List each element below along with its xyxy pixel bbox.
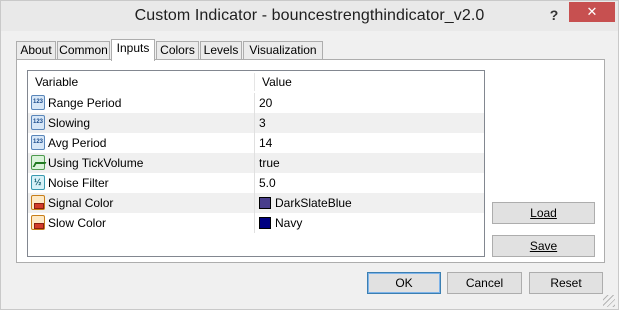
bool-type-icon	[31, 155, 45, 170]
resize-grip[interactable]	[603, 295, 615, 307]
save-label: Save	[529, 239, 558, 253]
grid-header: Variable Value	[28, 71, 484, 93]
variable-name: Avg Period	[48, 136, 107, 150]
input-row-avg-period[interactable]: Avg Period 14	[28, 133, 484, 153]
variable-cell: Avg Period	[28, 133, 254, 153]
value-cell[interactable]: 5.0	[255, 173, 484, 193]
tab-common[interactable]: Common	[57, 41, 110, 60]
variable-cell: Range Period	[28, 93, 254, 113]
color-name: Navy	[275, 216, 303, 230]
input-row-noise-filter[interactable]: Noise Filter 5.0	[28, 173, 484, 193]
input-row-range-period[interactable]: Range Period 20	[28, 93, 484, 113]
color-swatch	[259, 197, 271, 209]
int-type-icon	[31, 115, 45, 130]
inputs-panel: Variable Value Range Period 20 Slowing 3	[16, 59, 605, 263]
ok-button[interactable]: OK	[367, 272, 441, 294]
input-row-slowing[interactable]: Slowing 3	[28, 113, 484, 133]
value-cell[interactable]: true	[255, 153, 484, 173]
tab-inputs[interactable]: Inputs	[111, 39, 155, 61]
variable-name: Slow Color	[48, 216, 107, 230]
variable-name: Noise Filter	[48, 176, 109, 190]
input-row-signal-color[interactable]: Signal Color DarkSlateBlue	[28, 193, 484, 213]
variable-cell: Slow Color	[28, 213, 254, 233]
inputs-grid: Variable Value Range Period 20 Slowing 3	[27, 70, 485, 257]
input-row-using-tickvolume[interactable]: Using TickVolume true	[28, 153, 484, 173]
window-title: Custom Indicator - bouncestrengthindicat…	[134, 7, 485, 24]
variable-cell: Slowing	[28, 113, 254, 133]
tab-levels[interactable]: Levels	[200, 41, 242, 60]
reset-button[interactable]: Reset	[529, 272, 603, 294]
tab-visualization[interactable]: Visualization	[243, 41, 323, 60]
int-type-icon	[31, 135, 45, 150]
variable-name: Signal Color	[48, 196, 114, 210]
variable-column-header[interactable]: Variable	[28, 71, 254, 93]
value-cell[interactable]: 3	[255, 113, 484, 133]
title-bar[interactable]: Custom Indicator - bouncestrengthindicat…	[1, 1, 618, 31]
variable-name: Range Period	[48, 96, 122, 110]
int-type-icon	[31, 95, 45, 110]
variable-cell: Signal Color	[28, 193, 254, 213]
double-type-icon	[31, 175, 45, 190]
color-name: DarkSlateBlue	[275, 196, 352, 210]
color-type-icon	[31, 195, 45, 210]
value-column-header[interactable]: Value	[255, 71, 484, 93]
color-type-icon	[31, 215, 45, 230]
value-cell[interactable]: 14	[255, 133, 484, 153]
value-cell[interactable]: 20	[255, 93, 484, 113]
close-button[interactable]: ✕	[569, 2, 615, 22]
custom-indicator-dialog: Custom Indicator - bouncestrengthindicat…	[0, 0, 619, 310]
cancel-button[interactable]: Cancel	[447, 272, 522, 294]
variable-name: Using TickVolume	[48, 156, 144, 170]
save-button[interactable]: Save	[492, 235, 595, 257]
help-button[interactable]: ?	[542, 4, 566, 26]
tab-about[interactable]: About	[16, 41, 56, 60]
tab-colors[interactable]: Colors	[156, 41, 199, 60]
color-swatch	[259, 217, 271, 229]
variable-name: Slowing	[48, 116, 91, 130]
value-cell[interactable]: Navy	[255, 213, 484, 233]
input-row-slow-color[interactable]: Slow Color Navy	[28, 213, 484, 233]
variable-cell: Noise Filter	[28, 173, 254, 193]
variable-cell: Using TickVolume	[28, 153, 254, 173]
load-button[interactable]: Load	[492, 202, 595, 224]
value-cell[interactable]: DarkSlateBlue	[255, 193, 484, 213]
load-label: Load	[530, 206, 557, 220]
